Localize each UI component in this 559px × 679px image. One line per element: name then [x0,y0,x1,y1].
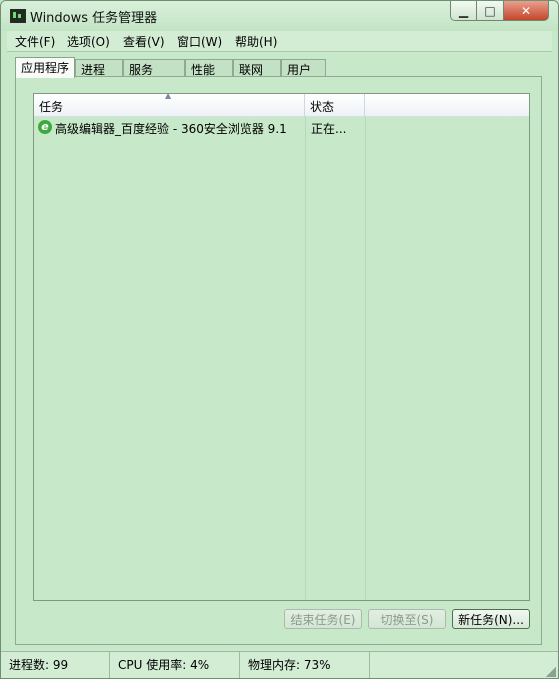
menu-window[interactable]: 窗口(W) [177,33,222,50]
task-list[interactable]: ▲ 任务 状态 e 高级编辑器_百度经验 - 360安全浏览器 9.1 正在..… [33,93,530,601]
tab-users[interactable]: 用户 [281,59,326,77]
ie-browser-icon: e [38,120,52,134]
maximize-button[interactable]: □ [477,1,504,21]
memory-usage: 物理内存: 73% [240,652,370,678]
menu-bar: 文件(F) 选项(O) 查看(V) 窗口(W) 帮助(H) [7,31,552,52]
window-title: Windows 任务管理器 [30,11,158,26]
column-divider [365,116,366,600]
process-count: 进程数: 99 [1,652,110,678]
menu-help[interactable]: 帮助(H) [235,33,277,50]
end-task-button[interactable]: 结束任务(E) [284,609,362,629]
tab-performance[interactable]: 性能 [185,59,233,77]
task-name: 高级编辑器_百度经验 - 360安全浏览器 9.1 [55,122,287,136]
column-header-status[interactable]: 状态 [305,94,365,116]
maximize-icon: □ [484,3,496,18]
menu-view[interactable]: 查看(V) [123,33,165,50]
task-status: 正在... [311,122,347,136]
tab-services[interactable]: 服务 [123,59,185,77]
task-manager-window: Windows 任务管理器 ▁ □ ✕ 文件(F) 选项(O) 查看(V) 窗口… [0,0,559,679]
tab-applications[interactable]: 应用程序 [15,57,76,78]
new-task-button[interactable]: 新任务(N)... [452,609,530,629]
tab-networking[interactable]: 联网 [233,59,281,77]
menu-file[interactable]: 文件(F) [15,33,55,50]
sort-ascending-icon: ▲ [165,93,172,100]
column-header-task[interactable]: ▲ 任务 [34,94,305,116]
status-bar: 进程数: 99 CPU 使用率: 4% 物理内存: 73% [1,651,558,678]
resize-grip-icon[interactable] [546,667,556,677]
task-manager-app-icon [10,9,26,23]
table-row[interactable]: e 高级编辑器_百度经验 - 360安全浏览器 9.1 正在... [34,117,529,137]
column-divider [305,116,306,600]
menu-options[interactable]: 选项(O) [67,33,110,50]
close-button[interactable]: ✕ [504,1,549,21]
applications-panel: ▲ 任务 状态 e 高级编辑器_百度经验 - 360安全浏览器 9.1 正在..… [15,76,542,645]
tab-processes[interactable]: 进程 [75,59,123,77]
title-bar[interactable]: Windows 任务管理器 ▁ □ ✕ [1,1,558,31]
list-header: ▲ 任务 状态 [34,94,529,117]
minimize-icon: ▁ [458,3,469,18]
close-icon: ✕ [520,3,532,18]
cpu-usage: CPU 使用率: 4% [110,652,240,678]
minimize-button[interactable]: ▁ [450,1,477,21]
switch-to-button[interactable]: 切换至(S) [368,609,446,629]
